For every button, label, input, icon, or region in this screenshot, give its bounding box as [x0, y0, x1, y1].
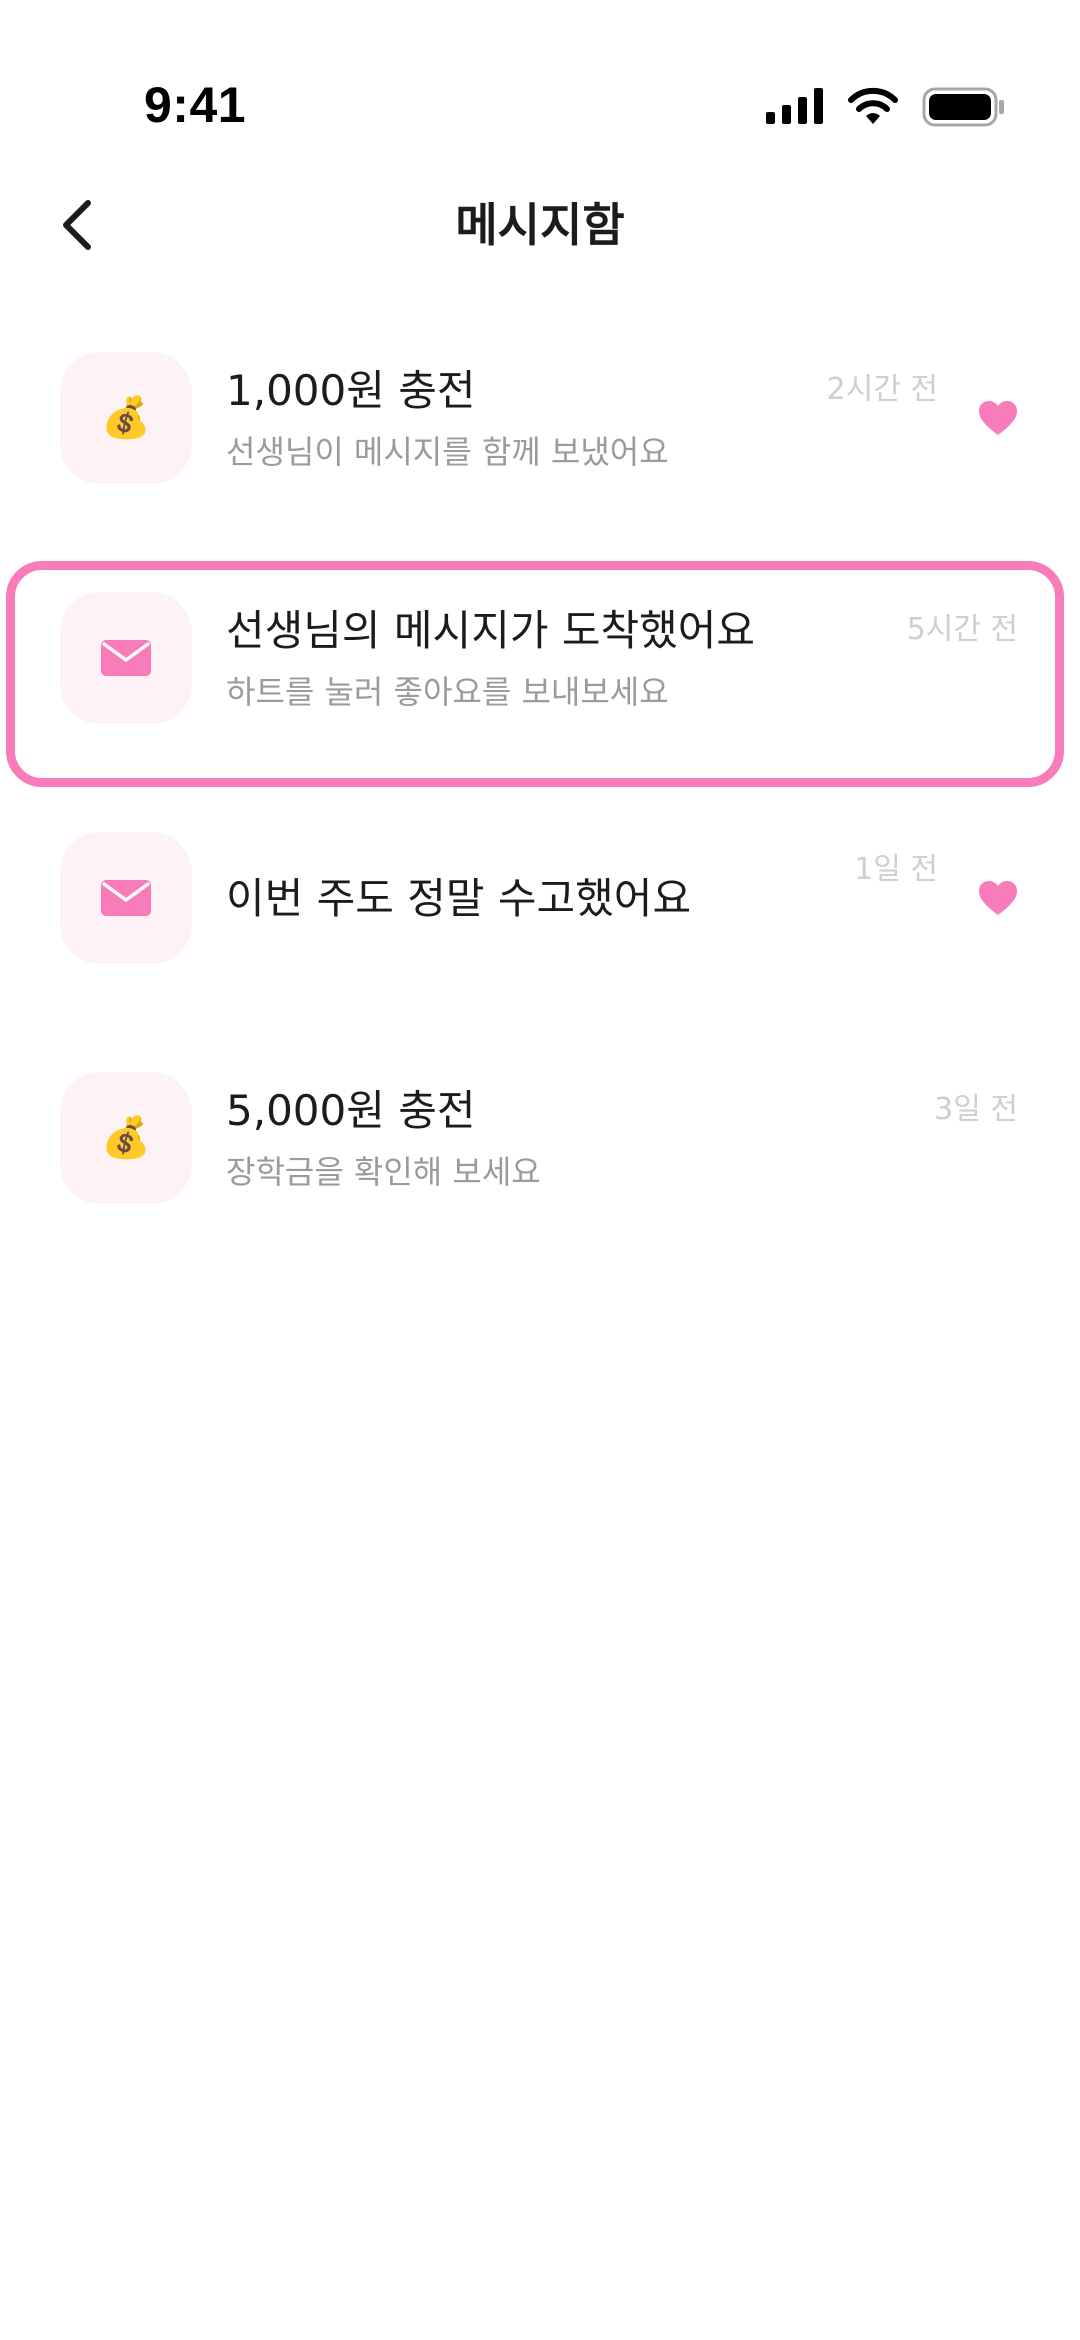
message-item-charge-5000[interactable]: 💰 5,000원 충전 장학금을 확인해 보세요 3일 전 — [0, 1040, 1080, 1280]
money-bag-icon: 💰 — [101, 395, 151, 441]
signal-icon — [766, 88, 823, 124]
item-icon-box: 💰 — [60, 352, 192, 484]
battery-icon — [922, 87, 1004, 127]
header: 메시지함 — [0, 170, 1080, 280]
message-time: 3일 전 — [934, 1092, 1018, 1127]
message-item-weekly-thanks[interactable]: 이번 주도 정말 수고했어요 1일 전 — [0, 800, 1080, 1040]
message-title: 이번 주도 정말 수고했어요 — [226, 874, 692, 923]
item-icon-box: 💰 — [60, 1072, 192, 1204]
message-title: 1,000원 충전 — [226, 366, 476, 415]
message-subtitle: 하트를 눌러 좋아요를 보내보세요 — [226, 673, 669, 711]
envelope-icon — [101, 880, 151, 916]
status-bar: 9:41 — [0, 0, 1080, 150]
page-title: 메시지함 — [455, 198, 625, 252]
message-item-teacher-arrived[interactable]: 선생님의 메시지가 도착했어요 하트를 눌러 좋아요를 보내보세요 5시간 전 — [0, 560, 1080, 800]
message-time: 2시간 전 — [826, 372, 938, 407]
item-icon-box — [60, 592, 192, 724]
item-icon-box — [60, 832, 192, 964]
heart-icon[interactable] — [978, 880, 1018, 916]
message-item-charge-1000[interactable]: 💰 1,000원 충전 선생님이 메시지를 함께 보냈어요 2시간 전 — [0, 320, 1080, 560]
heart-icon[interactable] — [978, 400, 1018, 436]
envelope-icon — [101, 640, 151, 676]
status-time: 9:41 — [144, 77, 247, 133]
money-bag-icon: 💰 — [101, 1115, 151, 1161]
message-time: 5시간 전 — [906, 612, 1018, 647]
message-time: 1일 전 — [854, 852, 938, 887]
message-subtitle: 장학금을 확인해 보세요 — [226, 1153, 541, 1191]
message-title: 5,000원 충전 — [226, 1086, 476, 1135]
message-title: 선생님의 메시지가 도착했어요 — [226, 606, 756, 655]
message-subtitle: 선생님이 메시지를 함께 보냈어요 — [226, 433, 669, 471]
wifi-icon — [848, 87, 898, 124]
